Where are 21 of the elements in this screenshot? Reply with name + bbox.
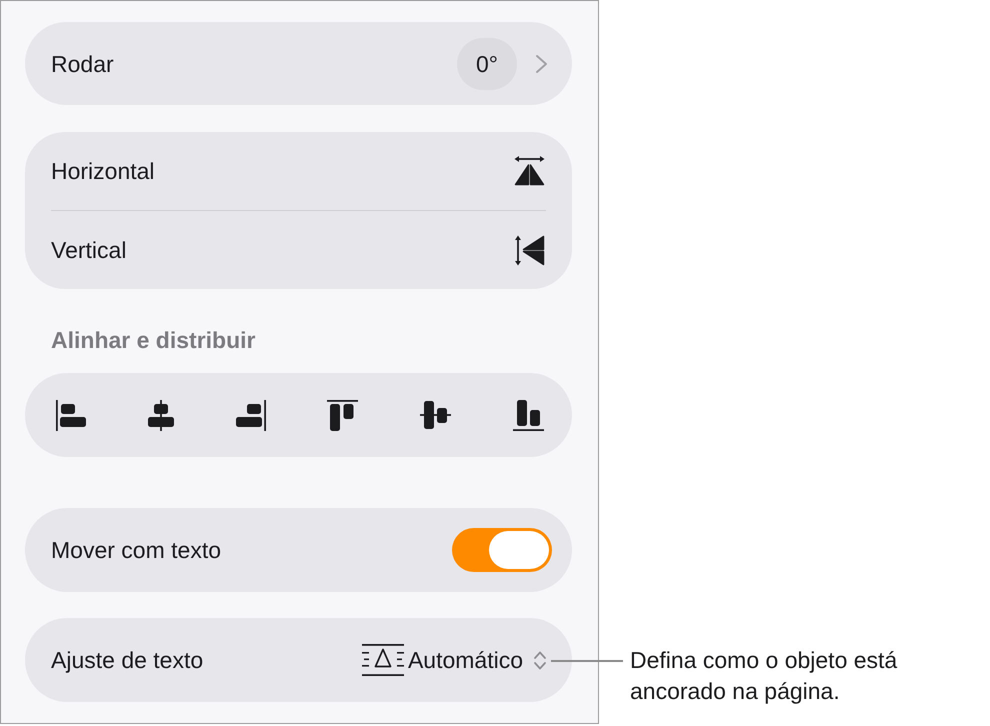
leader-line (551, 660, 623, 662)
align-top-icon[interactable] (327, 400, 358, 430)
up-down-chevron-icon (533, 650, 547, 670)
flip-vertical-icon (515, 234, 545, 266)
section-title: Alinhar e distribuir (51, 326, 256, 355)
align-center-icon[interactable] (148, 400, 174, 430)
align-right-icon[interactable] (236, 400, 266, 430)
move-with-text-label: Mover com texto (51, 536, 221, 565)
align-left-icon[interactable] (56, 400, 86, 430)
text-wrap-label: Ajuste de texto (51, 646, 204, 675)
toggle-switch[interactable] (452, 528, 552, 572)
horizontal-flip-row[interactable]: Horizontal (25, 132, 572, 210)
text-wrap-icon (362, 644, 404, 676)
align-middle-icon[interactable] (420, 401, 452, 429)
rotation-value-button[interactable]: 0° (457, 38, 517, 90)
rotate-label: Rodar (51, 50, 114, 78)
text-wrap-popup-button[interactable]: Automático (362, 644, 547, 676)
flip-horizontal-icon (514, 156, 545, 186)
vertical-flip-row[interactable]: Vertical (25, 211, 572, 289)
callout-text: Defina como o objeto está ancorado na página. (630, 646, 898, 706)
align-bottom-icon[interactable] (512, 400, 544, 430)
